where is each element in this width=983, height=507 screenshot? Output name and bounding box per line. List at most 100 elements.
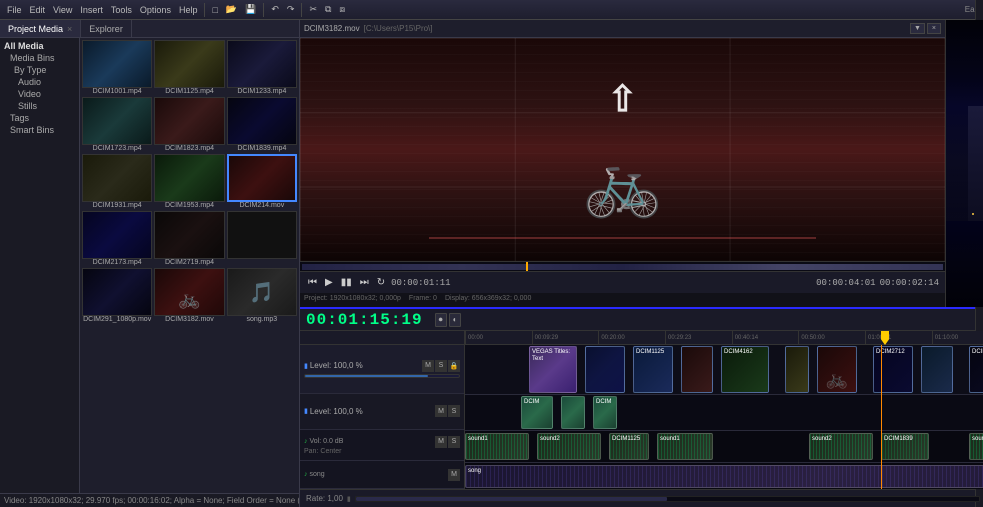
- tree-item-tags[interactable]: Tags: [2, 112, 77, 124]
- timeline-timecode: 00:01:15:19: [306, 311, 423, 329]
- clip-v1-8[interactable]: [921, 346, 953, 393]
- video1-lock-btn[interactable]: 🔒: [448, 360, 460, 372]
- menu-edit[interactable]: Edit: [27, 4, 49, 16]
- tree-item-media-bins[interactable]: Media Bins: [2, 52, 77, 64]
- media-thumb-dcim2719[interactable]: DCIM2719.mp4: [154, 211, 224, 266]
- menu-view[interactable]: View: [50, 4, 75, 16]
- clip-v1-5[interactable]: [785, 346, 809, 393]
- toolbar-redo[interactable]: ↷: [284, 3, 298, 16]
- media-thumb-dcim1839[interactable]: DCIM1839.mp4: [227, 97, 297, 152]
- tree-item-audio[interactable]: Audio: [2, 76, 77, 88]
- preview-play[interactable]: ▶: [323, 276, 335, 289]
- audio1-vol: Vol: 0.0 dB: [310, 438, 344, 445]
- clip-titles-text[interactable]: VEGAS Titles: Text: [529, 346, 577, 393]
- tree-header-all-media[interactable]: All Media: [2, 40, 77, 52]
- media-thumb-dcim1823[interactable]: DCIM1823.mp4: [154, 97, 224, 152]
- media-thumb-dcim291[interactable]: DCIM291_1080p.mov: [82, 268, 152, 323]
- clip-a1-7[interactable]: sound1: [969, 433, 983, 460]
- video1-solo-btn[interactable]: S: [435, 360, 447, 372]
- tab-explorer[interactable]: Explorer: [81, 20, 132, 37]
- ground-line: [429, 237, 816, 239]
- preview-close-btn[interactable]: ×: [927, 23, 941, 34]
- timeline-section: 00:01:15:19 ⏺ ◐ Video FX Media Generator…: [300, 307, 983, 507]
- menu-file[interactable]: File: [4, 4, 25, 16]
- video1-mute-btn[interactable]: M: [422, 360, 434, 372]
- clip-v2-2[interactable]: [561, 396, 585, 429]
- clip-v2-3[interactable]: DCIM: [593, 396, 617, 429]
- scrubber-bar[interactable]: [300, 261, 945, 271]
- media-thumb-dcim1125[interactable]: DCIM1125.mp4: [154, 40, 224, 95]
- audio1-solo-btn[interactable]: S: [448, 436, 460, 448]
- clip-v1-3[interactable]: [681, 346, 713, 393]
- close-project-media[interactable]: ×: [67, 24, 72, 34]
- scrubber-track: [302, 264, 943, 270]
- preview-video-frame: ⇧ 🚲: [300, 38, 945, 261]
- media-status-bar: Video: 1920x1080x32; 29.970 fps; 00:00:1…: [0, 493, 299, 507]
- video2-type-icon: ▮: [304, 407, 308, 415]
- ruler-3: 00:29:23: [665, 331, 732, 345]
- preview-pause[interactable]: ▮▮: [339, 276, 354, 289]
- toolbar-cut[interactable]: ✂: [306, 3, 320, 16]
- clip-a1-2[interactable]: sound2: [537, 433, 601, 460]
- video2-mute-btn[interactable]: M: [435, 405, 447, 417]
- clip-a1-4[interactable]: sound1: [657, 433, 713, 460]
- toolbar-open[interactable]: 📂: [223, 3, 240, 16]
- menu-tools[interactable]: Tools: [108, 4, 135, 16]
- tab-project-media[interactable]: Project Media ×: [0, 20, 81, 37]
- toolbar-copy[interactable]: ⧉: [322, 3, 334, 16]
- timeline-tracks-area[interactable]: 00:00 00:09:29 00:20:00 00:29:23 00:40:1…: [465, 331, 983, 489]
- media-thumb-dcim1931[interactable]: DCIM1931.mp4: [82, 154, 152, 209]
- video2-solo-btn[interactable]: S: [448, 405, 460, 417]
- clip-v1-9[interactable]: DCIM3817: [969, 346, 983, 393]
- clip-a1-1[interactable]: sound1: [465, 433, 529, 460]
- clip-v2-1[interactable]: DCIM: [521, 396, 553, 429]
- media-thumb-dcim1723[interactable]: DCIM1723.mp4: [82, 97, 152, 152]
- tree-item-stills[interactable]: Stills: [2, 100, 77, 112]
- timeline-scrollbar[interactable]: [355, 496, 980, 502]
- toolbar-new[interactable]: □: [209, 4, 220, 16]
- clip-a1-6[interactable]: DCIM1839: [881, 433, 929, 460]
- media-thumb-dcim3182[interactable]: 🚲 DCIM3182.mov: [154, 268, 224, 323]
- tree-item-smart-bins[interactable]: Smart Bins: [2, 124, 77, 136]
- tree-item-video[interactable]: Video: [2, 88, 77, 100]
- preview-filename: DCIM3182.mov: [304, 24, 360, 33]
- toolbar-save[interactable]: 💾: [242, 3, 259, 16]
- media-thumb-dcim1001[interactable]: DCIM1001.mp4: [82, 40, 152, 95]
- toolbar-paste[interactable]: ⧈: [336, 3, 348, 16]
- clip-v1-4[interactable]: DCIM4162: [721, 346, 769, 393]
- toolbar-separator-1: [204, 3, 205, 17]
- building-1: [968, 106, 983, 221]
- media-thumb-dcim214[interactable]: DCIM214.mov: [227, 154, 297, 209]
- media-thumb-song[interactable]: 🎵 song.mp3: [227, 268, 297, 323]
- clip-a1-3[interactable]: DCIM1125: [609, 433, 649, 460]
- preview-area: DCIM3182.mov [C:\Users\P15\Pro\] ▼ × ⇧ 🚲: [300, 20, 983, 307]
- clip-v1-3-bg: [682, 347, 712, 392]
- clip-v1-2[interactable]: DCIM1125: [633, 346, 673, 393]
- timeline-ruler: 00:00 00:09:29 00:20:00 00:29:23 00:40:1…: [465, 331, 983, 345]
- preview-settings-btn[interactable]: ▼: [910, 23, 925, 34]
- media-thumb-dcim1233[interactable]: DCIM1233.mp4: [227, 40, 297, 95]
- clip-v1-6[interactable]: 🚲: [817, 346, 857, 393]
- media-thumb-empty: [227, 211, 297, 266]
- media-thumb-dcim2173[interactable]: DCIM2173.mp4: [82, 211, 152, 266]
- preview-goto-end[interactable]: ⏭: [358, 276, 371, 289]
- track-label-video2: ▮ Level: 100,0 % M S: [300, 394, 464, 430]
- tl-btn-rec[interactable]: ⏺: [435, 313, 447, 327]
- menu-options[interactable]: Options: [137, 4, 174, 16]
- preview-project-info: Project: 1920x1080x32; 0,000p: [304, 295, 401, 305]
- menu-help[interactable]: Help: [176, 4, 201, 16]
- toolbar-undo[interactable]: ↶: [268, 3, 282, 16]
- clip-a1-5[interactable]: sound2: [809, 433, 873, 460]
- media-thumb-dcim1953[interactable]: DCIM1953.mp4: [154, 154, 224, 209]
- menu-insert[interactable]: Insert: [77, 4, 106, 16]
- preview-goto-start[interactable]: ⏮: [306, 276, 319, 289]
- bicycle-symbol: 🚲: [583, 146, 663, 221]
- audio2-mute-btn[interactable]: M: [448, 469, 460, 481]
- tree-item-by-type[interactable]: By Type: [2, 64, 77, 76]
- clip-v1-7[interactable]: DCIM2712: [873, 346, 913, 393]
- clip-song[interactable]: song: [465, 465, 983, 488]
- audio1-mute-btn[interactable]: M: [435, 436, 447, 448]
- clip-v1-1[interactable]: [585, 346, 625, 393]
- tl-btn-snap[interactable]: ◐: [449, 313, 462, 327]
- preview-loop[interactable]: ↻: [375, 276, 387, 289]
